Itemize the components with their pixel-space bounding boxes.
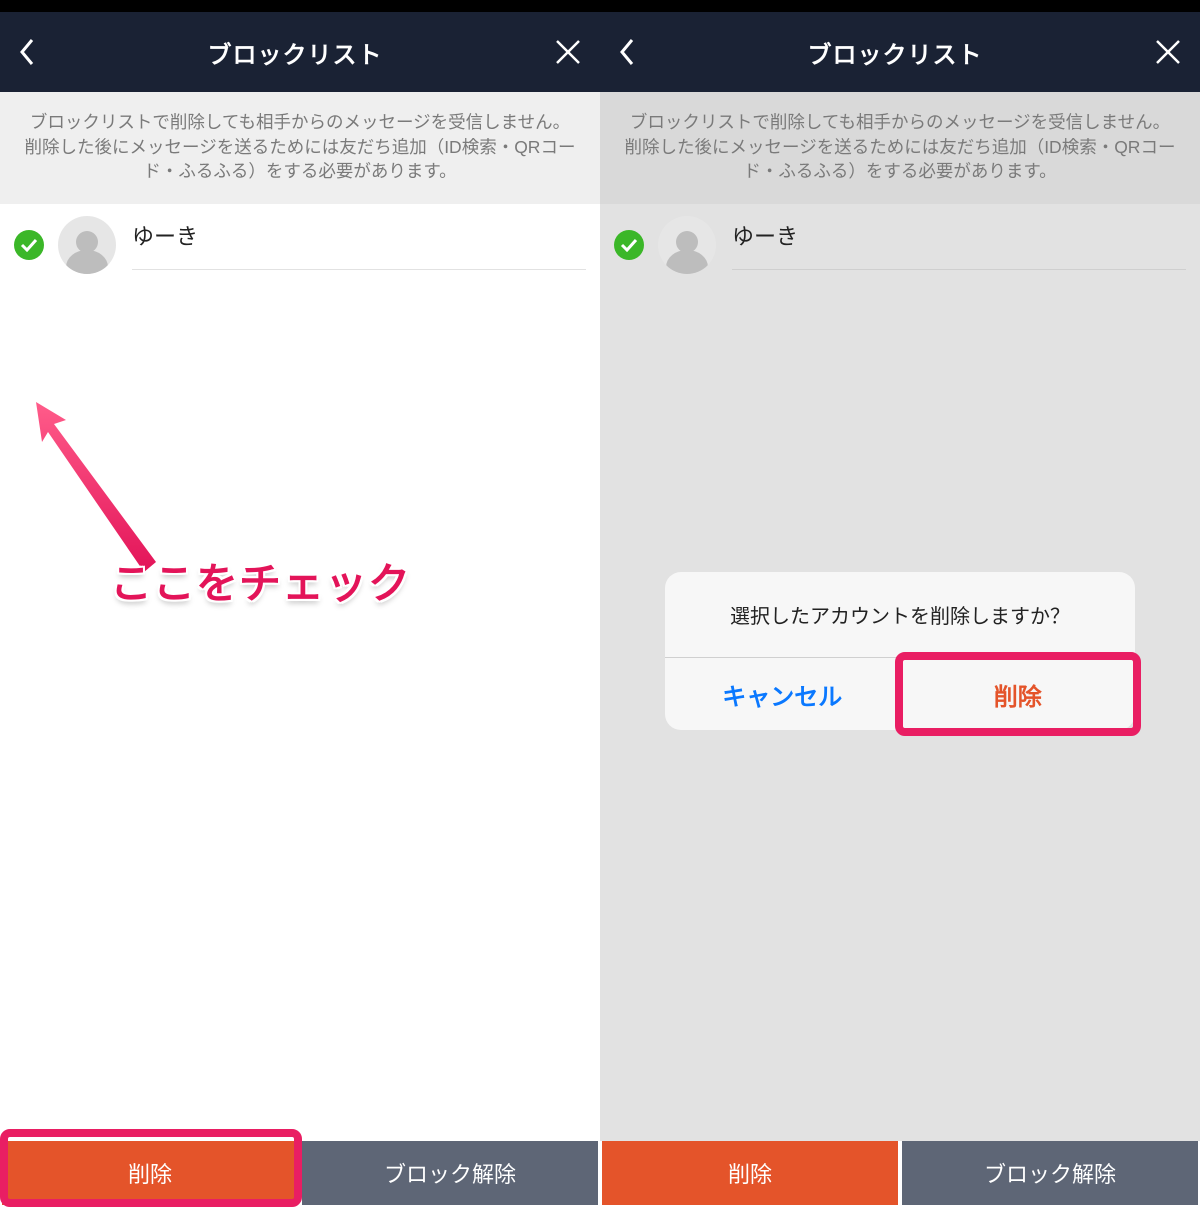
- confirm-dialog: 選択したアカウントを削除しますか？ キャンセル 削除: [665, 572, 1135, 730]
- bottom-bar: 削除 ブロック解除: [600, 1141, 1200, 1207]
- content: ブロックリストで削除しても相手からのメッセージを受信しません。 削除した後にメッ…: [0, 92, 600, 1141]
- info-banner: ブロックリストで削除しても相手からのメッセージを受信しません。 削除した後にメッ…: [0, 92, 600, 204]
- back-icon[interactable]: [18, 37, 36, 67]
- bottom-bar: 削除 ブロック解除: [0, 1141, 600, 1207]
- list-item[interactable]: ゆーき: [600, 204, 1200, 286]
- header: ブロックリスト: [0, 12, 600, 92]
- header: ブロックリスト: [600, 12, 1200, 92]
- dialog-buttons: キャンセル 削除: [665, 658, 1135, 730]
- avatar: [658, 216, 716, 274]
- close-icon[interactable]: [1154, 38, 1182, 66]
- delete-button[interactable]: 削除: [602, 1141, 898, 1205]
- back-icon[interactable]: [618, 37, 636, 67]
- status-bar: [0, 0, 600, 12]
- screen-left: ブロックリスト ブロックリストで削除しても相手からのメッセージを受信しません。 …: [0, 0, 600, 1207]
- dialog-message: 選択したアカウントを削除しますか？: [665, 572, 1135, 658]
- status-bar: [600, 0, 1200, 12]
- dialog-confirm-label: 削除: [994, 677, 1042, 712]
- checkmark-icon[interactable]: [614, 230, 644, 260]
- list-item[interactable]: ゆーき: [0, 204, 600, 286]
- content: ブロックリストで削除しても相手からのメッセージを受信しません。 削除した後にメッ…: [600, 92, 1200, 1141]
- screen-right: ブロックリスト ブロックリストで削除しても相手からのメッセージを受信しません。 …: [600, 0, 1200, 1207]
- checkmark-icon[interactable]: [14, 230, 44, 260]
- close-icon[interactable]: [554, 38, 582, 66]
- unblock-button[interactable]: ブロック解除: [302, 1141, 598, 1205]
- contact-name: ゆーき: [732, 219, 1186, 270]
- avatar: [58, 216, 116, 274]
- annotation-text: ここをチェック: [110, 550, 411, 611]
- page-title: ブロックリスト: [808, 35, 983, 70]
- delete-button[interactable]: 削除: [2, 1141, 298, 1205]
- arrow-annotation: [36, 402, 236, 612]
- unblock-button[interactable]: ブロック解除: [902, 1141, 1198, 1205]
- dialog-confirm-button[interactable]: 削除: [901, 658, 1136, 730]
- info-banner: ブロックリストで削除しても相手からのメッセージを受信しません。 削除した後にメッ…: [600, 92, 1200, 204]
- contact-name: ゆーき: [132, 219, 586, 270]
- dialog-cancel-button[interactable]: キャンセル: [665, 658, 901, 730]
- page-title: ブロックリスト: [208, 35, 383, 70]
